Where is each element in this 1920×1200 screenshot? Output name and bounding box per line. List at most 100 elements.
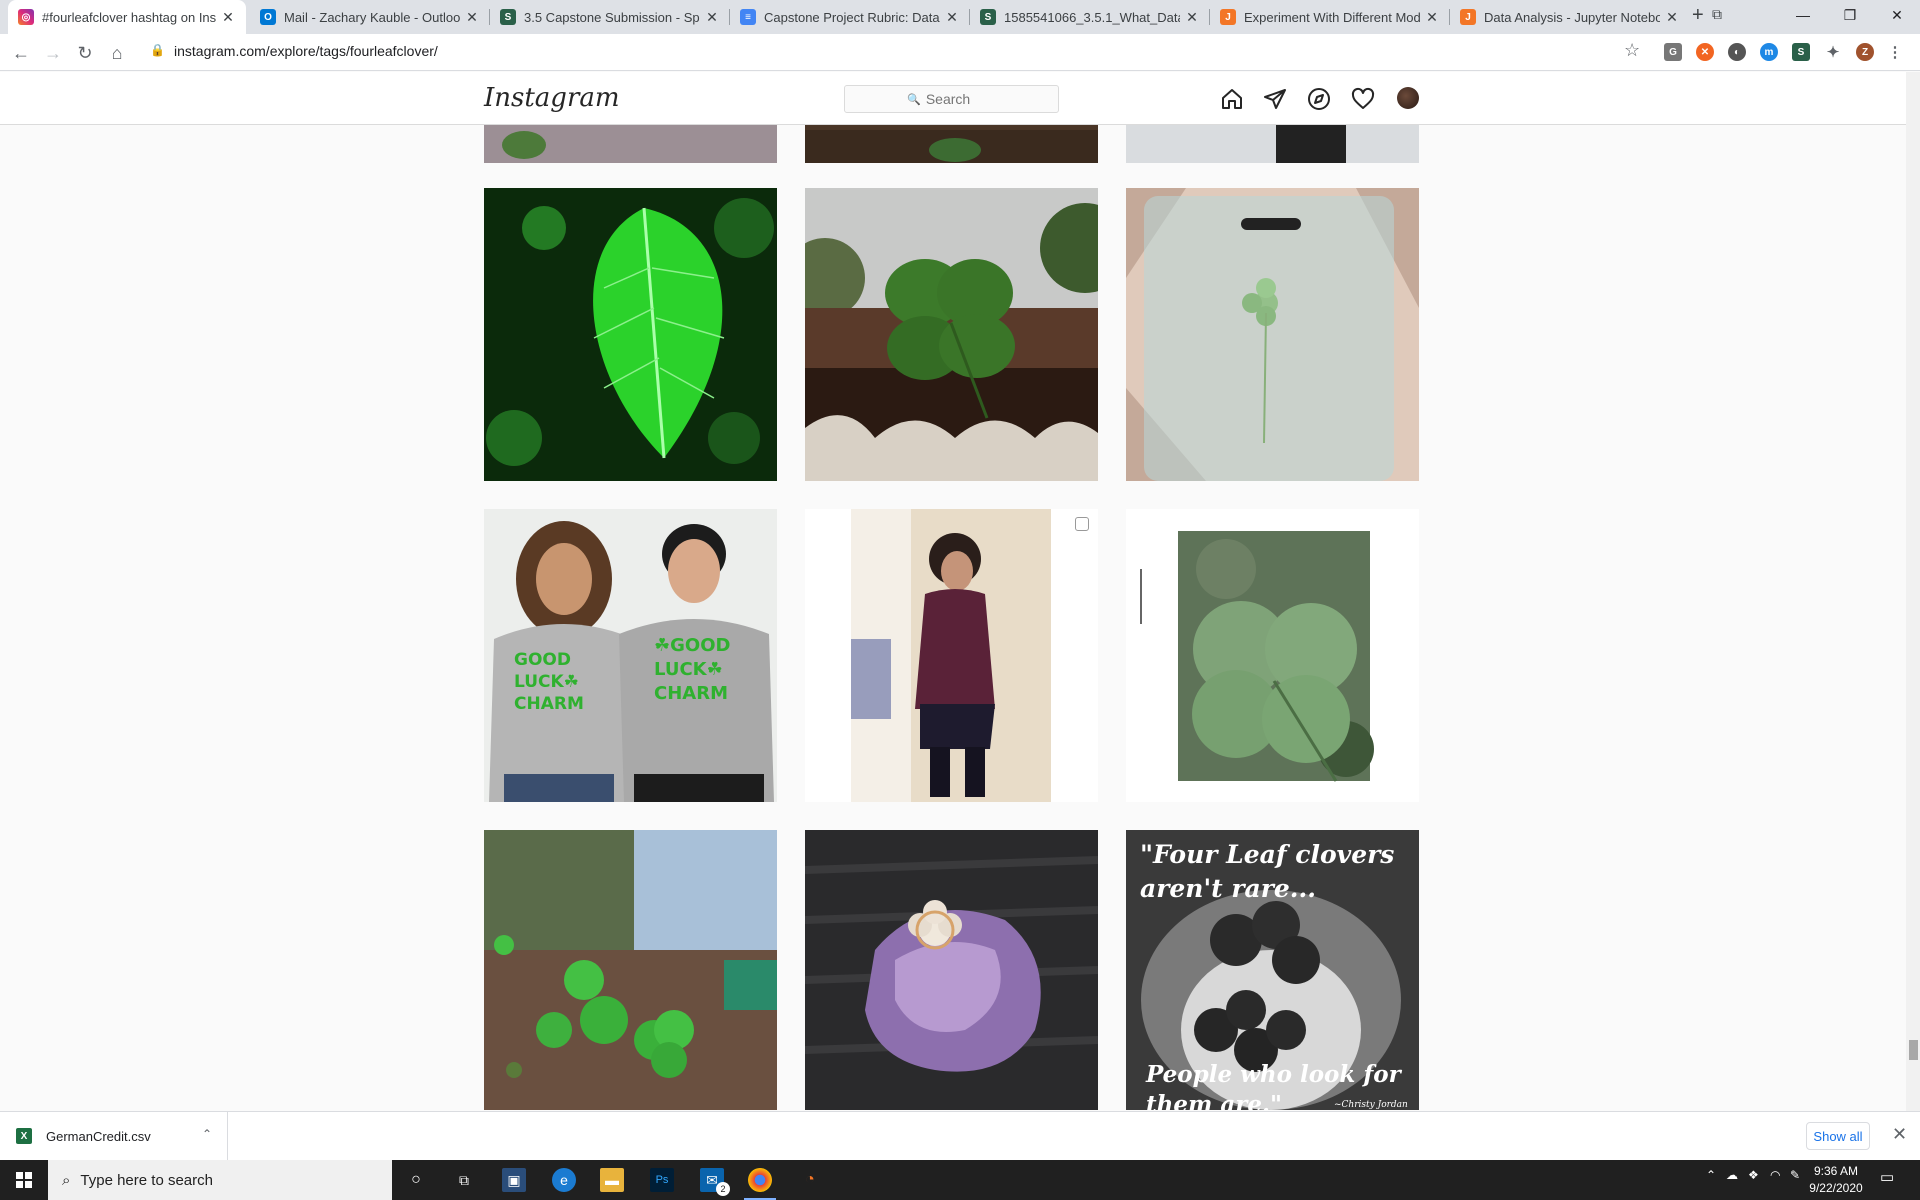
post-thumbnail[interactable]	[484, 188, 777, 481]
forward-icon[interactable]: →	[40, 40, 66, 66]
address-bar[interactable]: instagram.com/explore/tags/fourleafclove…	[174, 43, 438, 59]
tab-what-data[interactable]: S 1585541066_3.5.1_What_Data_to ✕	[970, 0, 1210, 34]
system-clock[interactable]: 9:36 AM 9/22/2020	[1808, 1163, 1864, 1197]
tab-experiment[interactable]: J Experiment With Different Model ✕	[1210, 0, 1450, 34]
close-tab-icon[interactable]: ✕	[220, 9, 236, 26]
direct-message-icon[interactable]	[1262, 86, 1288, 112]
post-thumbnail[interactable]	[805, 188, 1098, 481]
profile-avatar[interactable]: Z	[1856, 43, 1874, 61]
instagram-logo[interactable]: Instagram	[484, 83, 620, 113]
close-window-icon[interactable]: ✕	[1874, 0, 1920, 30]
post-thumbnail[interactable]	[1126, 125, 1419, 163]
tab-title: #fourleafclover hashtag on Insta	[42, 9, 216, 25]
clock-date: 9/22/2020	[1809, 1181, 1863, 1195]
google-docs-icon: ≡	[740, 9, 756, 25]
chevron-up-icon[interactable]: ⌃	[202, 1127, 212, 1141]
tab-title: 1585541066_3.5.1_What_Data_to	[1004, 9, 1180, 25]
shirt-print: ☘GOOD LUCK☘ CHARM	[654, 635, 731, 704]
download-filename: GermanCredit.csv	[46, 1128, 151, 1144]
extension-icon[interactable]: m	[1760, 43, 1778, 61]
outlook-icon: O	[260, 9, 276, 25]
scrollbar-thumb[interactable]	[1909, 1040, 1918, 1060]
edge-icon[interactable]: e	[552, 1168, 576, 1192]
shirt-print: GOOD LUCK☘ CHARM	[514, 650, 584, 714]
wifi-icon[interactable]: ◠	[1770, 1168, 1780, 1182]
post-thumbnail[interactable]	[1126, 509, 1419, 802]
file-explorer-icon[interactable]: ▬	[600, 1168, 624, 1192]
dropbox-icon[interactable]: ❖	[1748, 1168, 1759, 1182]
close-tab-icon[interactable]: ✕	[1664, 9, 1680, 26]
jupyter-icon: J	[1460, 9, 1476, 25]
search-icon: ⌕	[62, 1171, 71, 1189]
close-tab-icon[interactable]: ✕	[1184, 9, 1200, 26]
explore-compass-icon[interactable]	[1306, 86, 1332, 112]
quote-credit: ~Christy Jordan	[1334, 1100, 1408, 1110]
task-view-icon[interactable]: ⧉	[452, 1168, 476, 1192]
tab-title: Experiment With Different Model	[1244, 9, 1420, 25]
chevron-up-icon[interactable]: ⌃	[1706, 1168, 1716, 1182]
home-icon[interactable]	[1219, 86, 1245, 112]
photoshop-icon[interactable]: Ps	[650, 1168, 674, 1192]
post-thumbnail[interactable]	[484, 125, 777, 163]
search-icon: 🔍	[907, 93, 921, 106]
post-thumbnail[interactable]	[805, 509, 1098, 802]
bookmark-star-icon[interactable]: ☆	[1624, 40, 1640, 61]
menu-icon[interactable]: ⋮	[1886, 43, 1904, 61]
browser-toolbar: ← → ↻ ⌂ 🔒 instagram.com/explore/tags/fou…	[0, 34, 1920, 71]
post-thumbnail[interactable]	[805, 830, 1098, 1110]
tab-capstone-submission[interactable]: S 3.5 Capstone Submission - Spring ✕	[490, 0, 730, 34]
post-thumbnail[interactable]: GOOD LUCK☘ CHARM ☘GOOD LUCK☘ CHARM	[484, 509, 777, 802]
quote-text: "Four Leaf clovers aren't rare...	[1140, 840, 1395, 903]
close-icon[interactable]: ✕	[1892, 1124, 1907, 1145]
extension-icon[interactable]: S	[1792, 43, 1810, 61]
scrollbar[interactable]	[1906, 72, 1920, 1111]
home-icon[interactable]: ⌂	[104, 40, 130, 66]
tab-title: Capstone Project Rubric: Data Co	[764, 9, 940, 25]
store-icon[interactable]: ▣	[502, 1168, 526, 1192]
puzzle-icon[interactable]: ✦	[1824, 43, 1842, 61]
grammarly-extension-icon[interactable]: G	[1664, 43, 1682, 61]
lock-icon[interactable]: 🔒	[150, 43, 165, 57]
minimize-icon[interactable]: —	[1780, 0, 1826, 30]
tab-outlook[interactable]: O Mail - Zachary Kauble - Outlook ✕	[250, 0, 490, 34]
tab-rubric[interactable]: ≡ Capstone Project Rubric: Data Co ✕	[730, 0, 970, 34]
taskbar: ⌕ Type here to search ○ ⧉ ▣ e ▬ Ps ✉ 2 ◔…	[0, 1160, 1920, 1200]
close-tab-icon[interactable]: ✕	[1424, 9, 1440, 26]
tab-title: Mail - Zachary Kauble - Outlook	[284, 9, 460, 25]
back-icon[interactable]: ←	[8, 40, 34, 66]
tab-data-analysis[interactable]: J Data Analysis - Jupyter Noteboo ✕	[1450, 0, 1690, 34]
chrome-icon[interactable]	[748, 1168, 772, 1192]
new-tab-button[interactable]: +	[1692, 4, 1704, 27]
tab-title: Data Analysis - Jupyter Noteboo	[1484, 9, 1660, 25]
cortana-icon[interactable]: ○	[404, 1168, 428, 1192]
show-all-button[interactable]: Show all	[1806, 1122, 1870, 1150]
taskbar-search-placeholder: Type here to search	[80, 1171, 213, 1189]
post-thumbnail[interactable]: "Four Leaf clovers aren't rare... People…	[1126, 830, 1419, 1110]
close-tab-icon[interactable]: ✕	[704, 9, 720, 26]
close-tab-icon[interactable]: ✕	[464, 9, 480, 26]
post-thumbnail[interactable]	[1126, 188, 1419, 481]
taskbar-search[interactable]: ⌕ Type here to search	[48, 1160, 392, 1200]
onedrive-icon[interactable]: ☁	[1726, 1168, 1738, 1182]
pen-icon[interactable]: ✎	[1790, 1168, 1800, 1182]
reload-icon[interactable]: ↻	[72, 40, 98, 66]
tab-instagram[interactable]: ◎ #fourleafclover hashtag on Insta ✕	[8, 0, 246, 34]
download-item[interactable]: X GermanCredit.csv ⌃	[16, 1112, 228, 1160]
search-box[interactable]: 🔍	[844, 85, 1059, 113]
clock-time: 9:36 AM	[1813, 1164, 1859, 1178]
post-grid: GOOD LUCK☘ CHARM ☘GOOD LUCK☘ CHARM "Four…	[484, 125, 1420, 1110]
jupyter-icon[interactable]: ◔	[798, 1168, 822, 1192]
profile-avatar[interactable]	[1397, 87, 1419, 109]
close-tab-icon[interactable]: ✕	[944, 9, 960, 26]
activity-heart-icon[interactable]	[1350, 86, 1376, 112]
windows-start-icon[interactable]	[12, 1168, 36, 1192]
notification-icon[interactable]: ▭	[1880, 1168, 1894, 1186]
instagram-header: Instagram 🔍	[0, 72, 1906, 125]
extension-icon[interactable]: ◐	[1728, 43, 1746, 61]
search-input[interactable]	[925, 91, 996, 107]
restore-icon[interactable]: ❐	[1827, 0, 1873, 30]
tab-search-icon[interactable]: ⧉	[1712, 6, 1722, 23]
extension-icon[interactable]: ✕	[1696, 43, 1714, 61]
post-thumbnail[interactable]	[484, 830, 777, 1110]
post-thumbnail[interactable]	[805, 125, 1098, 163]
